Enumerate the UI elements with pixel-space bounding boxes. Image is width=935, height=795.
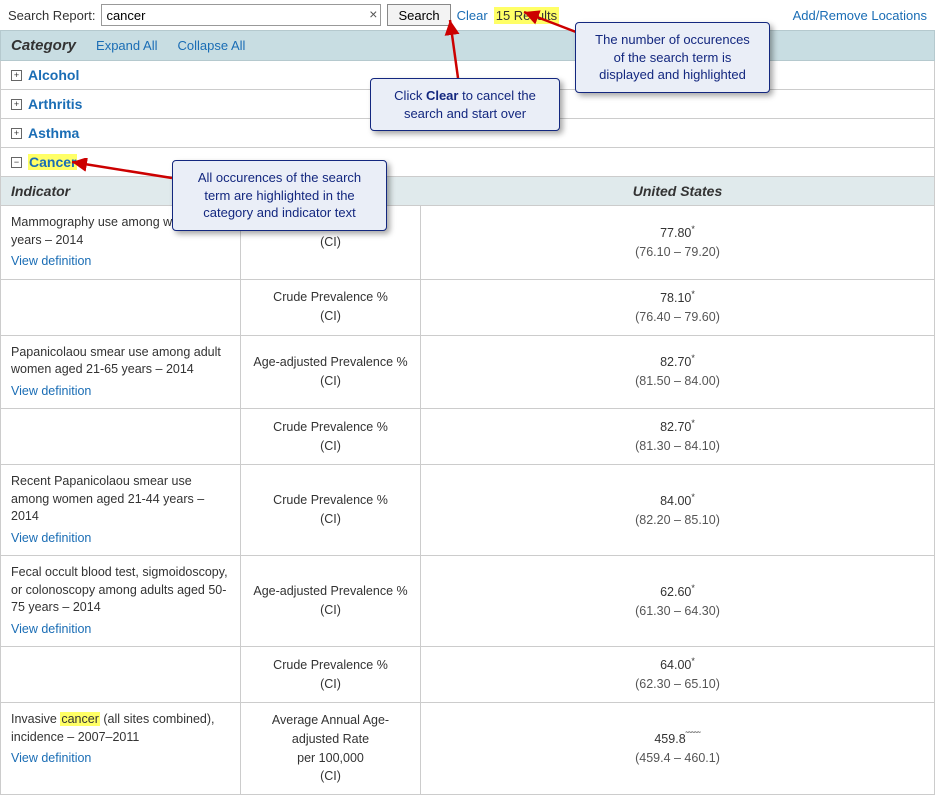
add-remove-locations-link[interactable]: Add/Remove Locations <box>793 8 927 23</box>
expand-icon[interactable]: + <box>11 99 22 110</box>
data-row: Mammography use among wome years – 2014 … <box>0 206 935 280</box>
arrow-icon <box>518 6 578 36</box>
measure-cell: Crude Prevalence % (CI) <box>241 409 421 464</box>
data-row: Papanicolaou smear use among adult women… <box>0 336 935 410</box>
indicator-cell: Papanicolaou smear use among adult women… <box>1 336 241 409</box>
value-cell: 77.80* (76.10 – 79.20) <box>421 206 934 279</box>
clear-input-icon[interactable]: × <box>369 6 377 22</box>
arrow-icon <box>66 158 176 188</box>
measure-cell: Age-adjusted Prevalence % (CI) <box>241 556 421 646</box>
callout-highlight: All occurences of the search term are hi… <box>172 160 387 231</box>
measure-cell: Crude Prevalence % (CI) <box>241 647 421 702</box>
data-row: Crude Prevalence % (CI) 64.00* (62.30 – … <box>0 647 935 703</box>
indicator-cell: Fecal occult blood test, sigmoidoscopy, … <box>1 556 241 646</box>
value-cell: 62.60* (61.30 – 64.30) <box>421 556 934 646</box>
collapse-icon[interactable]: − <box>11 157 22 168</box>
value-cell: 64.00* (62.30 – 65.10) <box>421 647 934 702</box>
view-definition-link[interactable]: View definition <box>11 253 230 271</box>
arrow-icon <box>440 16 470 80</box>
expand-all-link[interactable]: Expand All <box>96 38 157 53</box>
callout-clear: Click Clear to cancel the search and sta… <box>370 78 560 131</box>
measure-cell: Average Annual Age-adjusted Rate per 100… <box>241 703 421 794</box>
expand-icon[interactable]: + <box>11 70 22 81</box>
data-row: Crude Prevalence % (CI) 78.10* (76.40 – … <box>0 280 935 336</box>
indicator-cell: Recent Papanicolaou smear use among wome… <box>1 465 241 555</box>
value-cell: 82.70* (81.50 – 84.00) <box>421 336 934 409</box>
measure-cell: Crude Prevalence % (CI) <box>241 280 421 335</box>
location-column-header: United States <box>421 177 934 205</box>
category-name[interactable]: Arthritis <box>28 96 82 112</box>
highlighted-term: cancer <box>60 712 100 726</box>
expand-icon[interactable]: + <box>11 128 22 139</box>
search-input[interactable] <box>101 4 381 26</box>
indicator-text: Papanicolaou smear use among adult women… <box>11 345 221 377</box>
view-definition-link[interactable]: View definition <box>11 383 230 401</box>
value-cell: 84.00* (82.20 – 85.10) <box>421 465 934 555</box>
view-definition-link[interactable]: View definition <box>11 750 230 768</box>
indicator-text: years – 2014 <box>11 233 83 247</box>
category-heading: Category <box>11 37 76 54</box>
indicator-text: Fecal occult blood test, sigmoidoscopy, … <box>11 565 228 614</box>
data-row: Fecal occult blood test, sigmoidoscopy, … <box>0 556 935 647</box>
collapse-all-link[interactable]: Collapse All <box>177 38 245 53</box>
search-label: Search Report: <box>8 8 95 23</box>
view-definition-link[interactable]: View definition <box>11 621 230 639</box>
data-row: Crude Prevalence % (CI) 82.70* (81.30 – … <box>0 409 935 465</box>
search-input-wrap: × <box>101 4 381 26</box>
value-cell: 459.8˜˜˜˜˜ (459.4 – 460.1) <box>421 703 934 794</box>
indicator-text: Mammography use among wome <box>11 215 197 229</box>
measure-cell: Age-adjusted Prevalence % (CI) <box>241 336 421 409</box>
callout-results: The number of occurences of the search t… <box>575 22 770 93</box>
indicator-cell <box>1 409 241 464</box>
value-cell: 78.10* (76.40 – 79.60) <box>421 280 934 335</box>
indicator-text: Invasive cancer (all sites combined), in… <box>11 712 215 744</box>
category-name[interactable]: Asthma <box>28 125 79 141</box>
data-row: Recent Papanicolaou smear use among wome… <box>0 465 935 556</box>
value-cell: 82.70* (81.30 – 84.10) <box>421 409 934 464</box>
category-name[interactable]: Alcohol <box>28 67 79 83</box>
indicator-cell <box>1 647 241 702</box>
data-row: Invasive cancer (all sites combined), in… <box>0 703 935 795</box>
measure-cell: Crude Prevalence % (CI) <box>241 465 421 555</box>
indicator-cell: Invasive cancer (all sites combined), in… <box>1 703 241 794</box>
view-definition-link[interactable]: View definition <box>11 530 230 548</box>
indicator-text: Recent Papanicolaou smear use among wome… <box>11 474 204 523</box>
indicator-cell <box>1 280 241 335</box>
